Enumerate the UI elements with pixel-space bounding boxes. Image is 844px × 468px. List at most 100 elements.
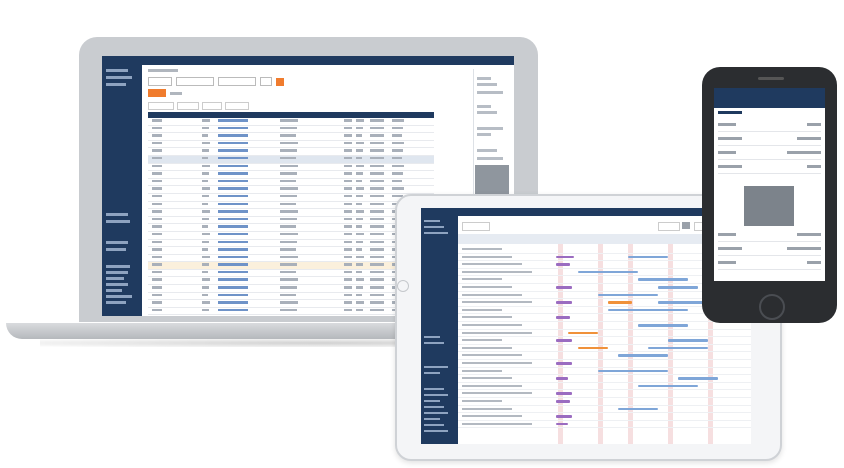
table-row[interactable] bbox=[148, 240, 434, 248]
sidebar-item[interactable] bbox=[424, 394, 448, 397]
detail-row[interactable] bbox=[718, 160, 821, 174]
table-row[interactable] bbox=[148, 247, 434, 255]
sidebar-item[interactable] bbox=[106, 69, 128, 72]
gantt-row[interactable] bbox=[458, 398, 751, 406]
filter-select[interactable] bbox=[218, 77, 256, 86]
sidebar-item[interactable] bbox=[106, 283, 128, 286]
table-row[interactable] bbox=[148, 118, 434, 126]
gantt-row[interactable] bbox=[458, 421, 751, 429]
sidebar-item[interactable] bbox=[424, 400, 440, 403]
table-row[interactable] bbox=[148, 232, 434, 240]
table-row[interactable] bbox=[148, 148, 434, 156]
gantt-bar[interactable] bbox=[608, 301, 632, 304]
gantt-bar[interactable] bbox=[618, 407, 658, 411]
detail-row[interactable] bbox=[718, 118, 821, 132]
sidebar-item[interactable] bbox=[424, 418, 440, 421]
gantt-bar[interactable] bbox=[598, 369, 668, 373]
sidebar-item[interactable] bbox=[424, 388, 444, 391]
gantt-bar[interactable] bbox=[556, 400, 570, 403]
sidebar-item[interactable] bbox=[424, 372, 440, 375]
table-row[interactable] bbox=[148, 293, 434, 301]
sidebar-item[interactable] bbox=[424, 342, 444, 345]
gantt-row[interactable] bbox=[458, 352, 751, 360]
table-row[interactable] bbox=[148, 186, 434, 194]
filter-select[interactable] bbox=[260, 77, 272, 86]
filter-select[interactable] bbox=[176, 77, 214, 86]
table-row[interactable] bbox=[148, 141, 434, 149]
sidebar-item[interactable] bbox=[424, 366, 448, 369]
table-row[interactable] bbox=[148, 315, 434, 316]
search-button[interactable] bbox=[276, 77, 284, 86]
gantt-bar[interactable] bbox=[578, 346, 608, 350]
table-row[interactable] bbox=[148, 171, 434, 179]
gantt-select[interactable] bbox=[658, 222, 680, 231]
gantt-row[interactable] bbox=[458, 368, 751, 376]
sidebar-item[interactable] bbox=[106, 220, 130, 223]
sidebar-item[interactable] bbox=[106, 301, 126, 304]
gantt-row[interactable] bbox=[458, 375, 751, 383]
gantt-row[interactable] bbox=[458, 413, 751, 421]
gantt-bar[interactable] bbox=[608, 308, 688, 312]
sidebar-item[interactable] bbox=[424, 226, 444, 229]
table-row[interactable] bbox=[148, 209, 434, 217]
gantt-bar[interactable] bbox=[678, 377, 718, 380]
gantt-button[interactable] bbox=[682, 222, 690, 229]
gantt-row[interactable] bbox=[458, 406, 751, 414]
gantt-row[interactable] bbox=[458, 383, 751, 391]
sidebar-item[interactable] bbox=[106, 289, 122, 292]
sidebar-item[interactable] bbox=[424, 232, 448, 235]
gantt-bar[interactable] bbox=[648, 346, 708, 350]
add-button[interactable] bbox=[148, 89, 166, 97]
gantt-filter[interactable] bbox=[462, 222, 490, 231]
table-row[interactable] bbox=[148, 164, 434, 172]
gantt-bar[interactable] bbox=[628, 255, 668, 259]
table-row[interactable] bbox=[148, 217, 434, 225]
table-row[interactable] bbox=[148, 179, 434, 187]
gantt-bar[interactable] bbox=[556, 301, 572, 304]
sidebar-item[interactable] bbox=[106, 277, 124, 280]
gantt-bar[interactable] bbox=[638, 324, 688, 327]
sidebar-item[interactable] bbox=[424, 336, 440, 339]
tab[interactable] bbox=[225, 102, 249, 110]
table-row[interactable] bbox=[148, 133, 434, 141]
tab[interactable] bbox=[177, 102, 199, 110]
gantt-bar[interactable] bbox=[556, 362, 572, 365]
tab[interactable] bbox=[202, 102, 222, 110]
gantt-bar[interactable] bbox=[598, 293, 658, 297]
gantt-row[interactable] bbox=[458, 337, 751, 345]
gantt-row[interactable] bbox=[458, 322, 751, 330]
tablet-home-button[interactable] bbox=[397, 280, 409, 292]
gantt-bar[interactable] bbox=[568, 331, 598, 335]
table-row[interactable] bbox=[148, 255, 434, 263]
detail-row[interactable] bbox=[718, 132, 821, 146]
gantt-bar[interactable] bbox=[556, 286, 572, 289]
table-row[interactable] bbox=[148, 224, 434, 232]
gantt-row[interactable] bbox=[458, 390, 751, 398]
detail-row[interactable] bbox=[718, 228, 821, 242]
table-row[interactable] bbox=[148, 155, 434, 164]
gantt-bar[interactable] bbox=[556, 339, 572, 342]
gantt-bar[interactable] bbox=[658, 286, 698, 289]
table-row[interactable] bbox=[148, 262, 434, 270]
detail-row[interactable] bbox=[718, 242, 821, 256]
sidebar-item[interactable] bbox=[424, 220, 440, 223]
gantt-bar[interactable] bbox=[556, 392, 572, 395]
gantt-bar[interactable] bbox=[638, 384, 698, 388]
sidebar-item[interactable] bbox=[106, 271, 128, 274]
table-row[interactable] bbox=[148, 285, 434, 293]
detail-row[interactable] bbox=[718, 256, 821, 270]
gantt-bar[interactable] bbox=[658, 301, 708, 304]
gantt-bar[interactable] bbox=[556, 377, 568, 380]
gantt-bar[interactable] bbox=[556, 415, 572, 418]
sidebar-item[interactable] bbox=[424, 406, 444, 409]
gantt-bar[interactable] bbox=[556, 255, 574, 259]
detail-row[interactable] bbox=[718, 146, 821, 160]
gantt-row[interactable] bbox=[458, 360, 751, 368]
table-row[interactable] bbox=[148, 277, 434, 286]
gantt-bar[interactable] bbox=[618, 354, 668, 357]
table-row[interactable] bbox=[148, 270, 434, 278]
sidebar-item[interactable] bbox=[424, 430, 448, 433]
sidebar-item[interactable] bbox=[106, 295, 132, 298]
table-row[interactable] bbox=[148, 194, 434, 202]
gantt-row[interactable] bbox=[458, 345, 751, 353]
